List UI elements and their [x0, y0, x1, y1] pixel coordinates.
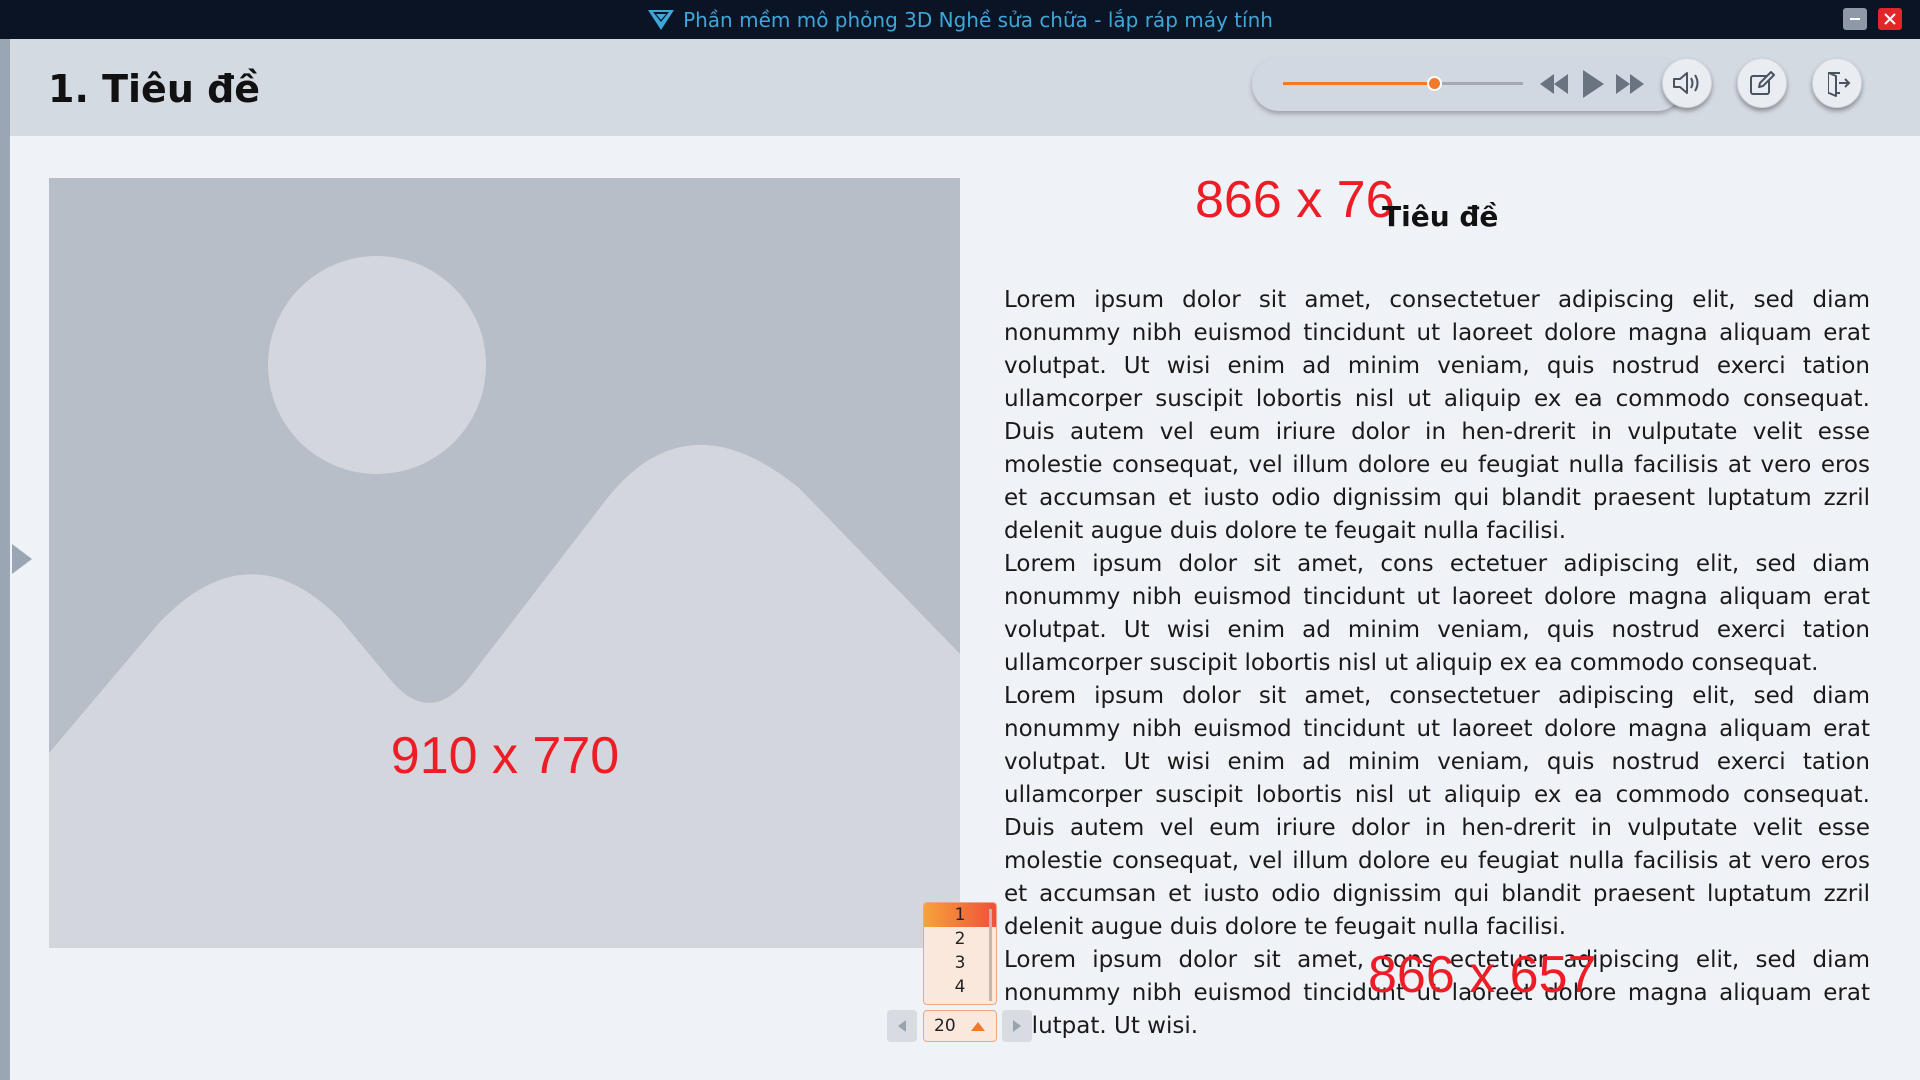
content-title: Tiêu đề	[1382, 200, 1499, 233]
chevron-left-icon	[898, 1020, 906, 1032]
chevron-right-icon	[1013, 1020, 1021, 1032]
minimize-icon	[1850, 18, 1860, 20]
expand-sidebar-arrow-icon[interactable]	[12, 544, 32, 574]
paragraph: Lorem ipsum dolor sit amet, consectetuer…	[1004, 683, 1870, 940]
chevron-up-icon	[970, 1022, 985, 1031]
body-text: Lorem ipsum dolor sit amet, consectetuer…	[1004, 284, 1870, 1043]
volume-icon	[1673, 72, 1699, 94]
volume-button[interactable]	[1662, 58, 1712, 108]
play-button[interactable]	[1580, 68, 1606, 100]
next-page-button[interactable]	[1002, 1010, 1032, 1042]
page-title: 1. Tiêu đề	[48, 67, 261, 111]
page-option[interactable]: 1	[924, 903, 996, 927]
current-page-value: 20	[934, 1016, 956, 1036]
page-select[interactable]: 20	[923, 1010, 997, 1042]
close-icon	[1884, 13, 1896, 25]
text-size-label: 866 x 657	[1368, 946, 1597, 1004]
left-panel-strip	[0, 39, 10, 1080]
page-dropdown-list: 1 2 3 4	[923, 902, 997, 1005]
fast-forward-button[interactable]	[1614, 70, 1646, 98]
page-option[interactable]: 2	[924, 927, 996, 951]
page-option[interactable]: 4	[924, 975, 996, 999]
rewind-button[interactable]	[1538, 70, 1570, 98]
progress-fill	[1283, 82, 1435, 85]
fast-forward-icon	[1616, 74, 1644, 94]
window-title: Phần mềm mô phỏng 3D Nghề sửa chữa - lắp…	[683, 7, 1273, 32]
dropdown-scrollbar[interactable]	[989, 909, 992, 1001]
paragraph: Lorem ipsum dolor sit amet, cons ectetue…	[1004, 551, 1870, 676]
minimize-button[interactable]	[1843, 8, 1867, 30]
page-option[interactable]: 3	[924, 951, 996, 975]
exit-icon	[1828, 72, 1851, 97]
image-size-label: 910 x 770	[390, 727, 620, 785]
previous-page-button[interactable]	[887, 1010, 917, 1042]
image-placeholder: 910 x 770	[49, 178, 960, 948]
edit-button[interactable]	[1737, 58, 1787, 108]
edit-icon	[1750, 71, 1775, 95]
app-logo-icon	[648, 9, 675, 30]
exit-button[interactable]	[1812, 58, 1862, 108]
image-placeholder-icon	[49, 256, 960, 948]
rewind-icon	[1540, 74, 1568, 94]
paragraph: Lorem ipsum dolor sit amet, consectetuer…	[1004, 287, 1870, 544]
title-size-label: 866 x 76	[1195, 171, 1395, 229]
progress-slider[interactable]	[1283, 82, 1523, 85]
window-titlebar: Phần mềm mô phỏng 3D Nghề sửa chữa - lắp…	[0, 0, 1920, 39]
close-button[interactable]	[1878, 8, 1902, 30]
play-icon	[1583, 70, 1604, 98]
